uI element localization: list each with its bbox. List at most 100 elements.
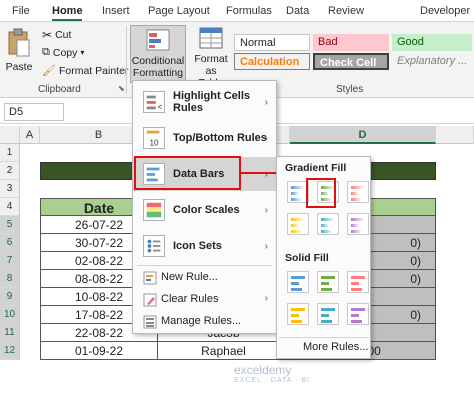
- menu-item-top-bottom-rules[interactable]: 10 Top/Bottom Rules ›: [133, 121, 276, 155]
- active-tab-underline: [52, 19, 82, 21]
- solid-light-blue-data-bar-option[interactable]: [317, 303, 339, 325]
- tab-insert[interactable]: Insert: [102, 5, 130, 17]
- color-scales-icon: [143, 199, 165, 221]
- more-rules-link[interactable]: More Rules...: [303, 341, 368, 353]
- paintbrush-icon: 🖌: [42, 65, 56, 77]
- row-header[interactable]: 2: [0, 162, 20, 180]
- group-separator: [126, 26, 127, 94]
- solid-red-data-bar-option[interactable]: [347, 271, 369, 293]
- format-painter-label: Format Painter: [58, 64, 129, 77]
- watermark-name: exceldemy: [234, 363, 292, 377]
- style-explanatory[interactable]: Explanatory ...: [392, 53, 472, 70]
- menu-item-new-rule[interactable]: New Rule...: [133, 267, 276, 289]
- tab-review[interactable]: Review: [328, 5, 364, 17]
- menu-item-color-scales[interactable]: Color Scales ›: [133, 193, 276, 227]
- row-header[interactable]: 5: [0, 216, 20, 234]
- top-bottom-icon: 10: [143, 127, 165, 149]
- chevron-right-icon: ›: [264, 204, 268, 216]
- paste-button[interactable]: Paste: [4, 28, 34, 73]
- scissors-icon: ✂: [42, 28, 53, 42]
- style-normal[interactable]: Normal: [234, 34, 310, 51]
- tab-data[interactable]: Data: [286, 5, 309, 17]
- row-header[interactable]: 4: [0, 198, 20, 216]
- style-good[interactable]: Good: [392, 34, 472, 51]
- menu-label: Top/Bottom Rules: [173, 132, 267, 144]
- clipboard-group-label: Clipboard: [38, 84, 81, 95]
- format-painter-button[interactable]: 🖌 Format Painter: [42, 64, 129, 78]
- conditional-formatting-button[interactable]: Conditional Formatting ▾: [130, 25, 186, 89]
- tab-home[interactable]: Home: [52, 5, 83, 17]
- dialog-launcher-icon[interactable]: ⬊: [118, 84, 125, 93]
- svg-text:<: <: [158, 102, 163, 111]
- row-header[interactable]: 6: [0, 234, 20, 252]
- chevron-down-icon: ▾: [80, 48, 85, 57]
- menu-item-clear-rules[interactable]: Clear Rules ›: [133, 289, 276, 311]
- row-header[interactable]: 1: [0, 144, 20, 162]
- selected-green-gradient-highlight: [306, 178, 336, 208]
- column-header-a[interactable]: A: [20, 126, 40, 144]
- icon-sets-icon: [143, 235, 165, 257]
- format-as-table-line1: Format as: [194, 53, 228, 77]
- row-header[interactable]: 12: [0, 342, 20, 360]
- tab-formulas[interactable]: Formulas: [226, 5, 272, 17]
- gradient-fill-heading: Gradient Fill: [285, 162, 347, 174]
- exceldemy-watermark: exceldemy EXCEL · DATA · BI: [234, 363, 310, 384]
- select-all-corner[interactable]: [0, 126, 20, 144]
- copy-button[interactable]: ⧉ Copy ▾: [42, 46, 84, 59]
- row-header[interactable]: 10: [0, 306, 20, 324]
- row-header[interactable]: 11: [0, 324, 20, 342]
- paste-label: Paste: [5, 61, 33, 73]
- menu-label: Manage Rules...: [161, 315, 242, 327]
- cut-label: Cut: [55, 29, 72, 41]
- column-header-d[interactable]: D: [290, 126, 436, 144]
- menu-label: Icon Sets: [173, 240, 222, 252]
- date-cell[interactable]: 01-09-22: [40, 342, 158, 360]
- column-header-e[interactable]: [436, 126, 474, 144]
- style-calculation[interactable]: Calculation: [234, 53, 310, 70]
- menu-label: Clear Rules: [161, 293, 219, 305]
- row-header[interactable]: 7: [0, 252, 20, 270]
- solid-purple-data-bar-option[interactable]: [347, 303, 369, 325]
- gradient-light-blue-data-bar-option[interactable]: [317, 213, 339, 235]
- svg-text:10: 10: [149, 138, 159, 147]
- menu-item-icon-sets[interactable]: Icon Sets ›: [133, 229, 276, 263]
- tab-developer[interactable]: Developer: [420, 5, 470, 17]
- menu-label: Color Scales: [173, 204, 240, 216]
- paste-icon: [8, 28, 30, 57]
- manage-rules-icon: [143, 315, 157, 329]
- menu-label: Highlight Cells Rules: [173, 90, 250, 114]
- row-header[interactable]: 8: [0, 270, 20, 288]
- solid-green-data-bar-option[interactable]: [317, 271, 339, 293]
- gradient-red-data-bar-option[interactable]: [347, 181, 369, 203]
- style-bad[interactable]: Bad: [313, 34, 389, 51]
- chevron-right-icon: ›: [264, 240, 268, 252]
- cf-label-line2: Formatting: [132, 67, 184, 79]
- copy-icon: ⧉: [42, 46, 50, 58]
- chevron-right-icon: ›: [264, 132, 268, 144]
- solid-blue-data-bar-option[interactable]: [287, 271, 309, 293]
- table-icon: [199, 27, 223, 49]
- highlight-cells-icon: <: [143, 91, 165, 113]
- menu-item-manage-rules[interactable]: Manage Rules...: [133, 311, 276, 333]
- name-box[interactable]: D5: [4, 103, 64, 121]
- tab-page-layout[interactable]: Page Layout: [148, 5, 210, 17]
- watermark-tagline: EXCEL · DATA · BI: [234, 377, 310, 384]
- chevron-right-icon: ›: [264, 96, 268, 108]
- menu-item-highlight-cells-rules[interactable]: < Highlight Cells Rules ›: [133, 85, 276, 119]
- row-header[interactable]: 9: [0, 288, 20, 306]
- eraser-icon: [143, 293, 157, 307]
- row-header[interactable]: 3: [0, 180, 20, 198]
- chevron-right-icon: ›: [264, 293, 268, 304]
- ribbon-tab-bar: File Home Insert Page Layout Formulas Da…: [0, 0, 474, 22]
- new-rule-icon: [143, 271, 157, 285]
- chevron-right-icon: ›: [264, 168, 268, 180]
- solid-orange-data-bar-option[interactable]: [287, 303, 309, 325]
- conditional-formatting-icon: [146, 29, 170, 51]
- cut-button[interactable]: ✂ Cut: [42, 28, 71, 42]
- name-cell[interactable]: Raphael: [158, 342, 290, 360]
- solid-fill-heading: Solid Fill: [285, 252, 329, 264]
- gradient-orange-data-bar-option[interactable]: [287, 213, 309, 235]
- tab-file[interactable]: File: [12, 5, 30, 17]
- gradient-purple-data-bar-option[interactable]: [347, 213, 369, 235]
- style-check-cell[interactable]: Check Cell: [313, 53, 389, 70]
